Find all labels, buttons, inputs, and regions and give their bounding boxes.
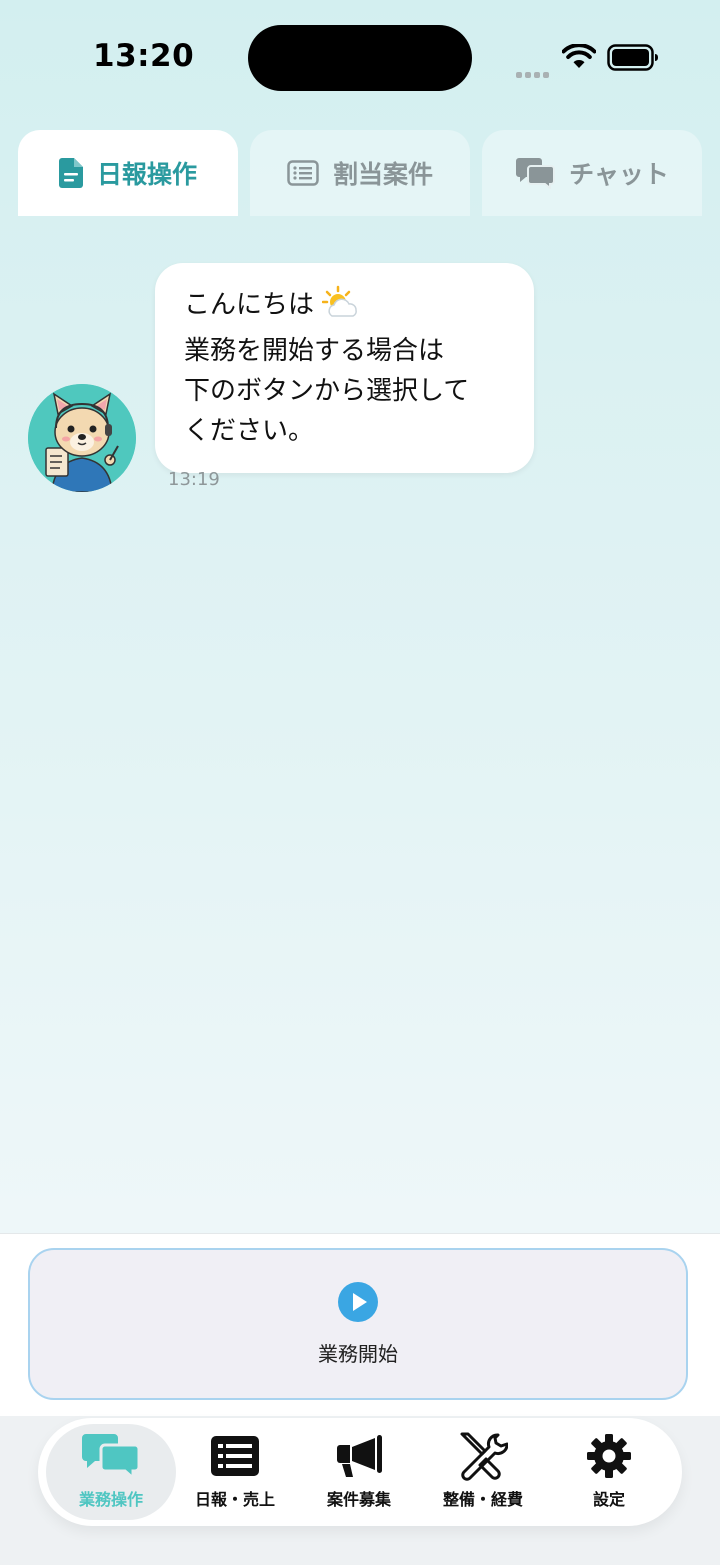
message-timestamp: 13:19 <box>168 469 220 490</box>
message-line: こんにちは <box>184 285 514 331</box>
tab-label: 割当案件 <box>332 160 433 189</box>
nav-item-maintenance-expenses[interactable]: 整備・経費 <box>418 1424 548 1520</box>
tab-label: 日報操作 <box>96 160 197 189</box>
nav-item-job-recruitment[interactable]: 案件募集 <box>294 1424 424 1520</box>
nav-label: 整備・経費 <box>442 1490 523 1509</box>
tab-chat[interactable]: チャット <box>482 130 702 216</box>
wifi-icon <box>562 44 596 68</box>
message-line: 業務を開始する場合は <box>184 336 445 366</box>
nav-label: 案件募集 <box>326 1490 391 1509</box>
bottom-nav: 業務操作 日報・売上 案件募集 整備・経費 設定 <box>38 1418 682 1526</box>
chat-bubble: こんにちは 業務を開始する場合は 下のボタンから選択して ください。 <box>155 263 534 473</box>
megaphone-icon <box>335 1430 383 1482</box>
play-icon <box>338 1281 378 1326</box>
tools-icon <box>458 1430 508 1482</box>
start-work-button[interactable]: 業務開始 <box>28 1248 688 1400</box>
nav-item-settings[interactable]: 設定 <box>544 1424 674 1520</box>
nav-label: 日報・売上 <box>194 1490 275 1509</box>
start-work-label: 業務開始 <box>318 1341 398 1366</box>
action-panel: 業務開始 <box>0 1233 720 1417</box>
tab-label: チャット <box>569 160 669 189</box>
sun-behind-cloud-icon <box>321 285 360 331</box>
message-line: ください。 <box>184 416 315 446</box>
chat-bubbles-icon <box>81 1430 141 1482</box>
dog-mascot-icon <box>28 384 136 492</box>
nav-label: 設定 <box>592 1490 625 1509</box>
list-icon <box>211 1430 259 1482</box>
chat-bubbles-icon <box>515 157 556 189</box>
bottom-area: 業務操作 日報・売上 案件募集 整備・経費 設定 <box>0 1416 720 1565</box>
gear-icon <box>586 1430 632 1482</box>
message-line: 下のボタンから選択して <box>184 376 470 406</box>
bot-avatar[interactable] <box>28 384 136 492</box>
dynamic-island <box>248 25 472 91</box>
status-time: 13:20 <box>93 38 195 74</box>
nav-item-daily-sales[interactable]: 日報・売上 <box>170 1424 300 1520</box>
list-icon <box>287 160 319 186</box>
tab-daily-report[interactable]: 日報操作 <box>18 130 238 216</box>
nav-label: 業務操作 <box>78 1490 143 1509</box>
document-icon <box>58 158 83 188</box>
tab-assigned-jobs[interactable]: 割当案件 <box>250 130 470 216</box>
cellular-signal-icon <box>516 63 552 82</box>
battery-icon <box>607 44 658 71</box>
nav-item-work[interactable]: 業務操作 <box>46 1424 176 1520</box>
